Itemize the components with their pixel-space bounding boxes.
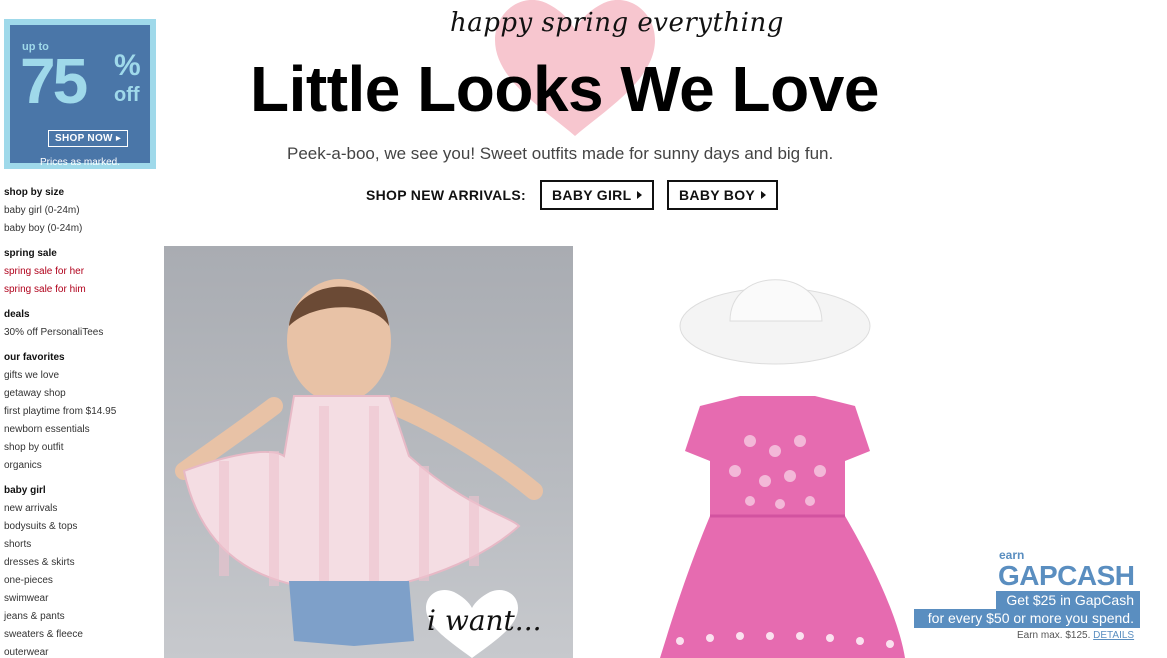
sidebar-nav: shop by size baby girl (0-24m) baby boy (0… — [4, 184, 154, 658]
promo-off: off — [114, 84, 140, 106]
baby-girl-label: BABY GIRL — [552, 187, 632, 203]
sidebar-link[interactable]: swimwear — [4, 590, 154, 608]
sidebar-link[interactable]: jeans & pants — [4, 608, 154, 626]
sidebar-heading: our favorites — [4, 352, 65, 363]
hero-script-tagline: happy spring everything — [450, 8, 784, 38]
gapcash-offer-line1: Get $25 in GapCash — [996, 591, 1140, 609]
promo-note: Prices as marked. — [39, 157, 121, 168]
sidebar-link[interactable]: newborn essentials — [4, 421, 154, 439]
dress-illustration — [660, 279, 905, 658]
gapcash-details-link[interactable]: DETAILS — [1093, 630, 1134, 641]
sidebar-heading: baby girl — [4, 485, 46, 496]
gapcash-logo: GAPCASH — [998, 560, 1135, 591]
promo-panel: up to 75 % off SHOP NOW ▸ Prices as mark… — [10, 25, 150, 168]
sidebar-link[interactable]: baby girl (0-24m) — [4, 202, 154, 220]
sidebar-heading: shop by size — [4, 187, 65, 198]
sidebar-link[interactable]: 30% off PersonaliTees — [4, 324, 154, 342]
sidebar-link[interactable]: getaway shop — [4, 385, 154, 403]
sidebar-link[interactable]: organics — [4, 457, 154, 475]
shop-now-label: SHOP NOW — [55, 133, 113, 144]
i-want-overlay: i want... — [427, 604, 542, 637]
dress-hat-photo[interactable] — [600, 246, 930, 658]
promo-banner[interactable]: up to 75 % off SHOP NOW ▸ Prices as mark… — [4, 19, 156, 169]
sidebar-link[interactable]: spring sale for him — [4, 281, 154, 299]
sidebar-link[interactable]: shop by outfit — [4, 439, 154, 457]
sidebar-link[interactable]: one-pieces — [4, 572, 154, 590]
sidebar-link[interactable]: first playtime from $14.95 — [4, 403, 154, 421]
sidebar-heading: spring sale — [4, 248, 57, 259]
hero-subtitle: Peek-a-boo, we see you! Sweet outfits ma… — [287, 144, 834, 163]
sidebar-link[interactable]: new arrivals — [4, 500, 154, 518]
baby-girl-button[interactable]: BABY GIRL — [540, 180, 655, 210]
sidebar-link[interactable]: gifts we love — [4, 367, 154, 385]
sidebar-link[interactable]: bodysuits & tops — [4, 518, 154, 536]
sidebar-link[interactable]: dresses & skirts — [4, 554, 154, 572]
baby-illustration — [175, 279, 543, 658]
sidebar-link[interactable]: sweaters & fleece — [4, 626, 154, 644]
baby-girl-photo[interactable] — [164, 246, 573, 658]
shop-now-button[interactable]: SHOP NOW ▸ — [48, 130, 129, 147]
gapcash-max: Earn max. $125. — [1017, 630, 1091, 641]
promo-percent: % — [114, 49, 141, 82]
sidebar-link[interactable]: outerwear — [4, 644, 154, 658]
chevron-right-icon: ▸ — [115, 133, 122, 144]
chevron-right-icon — [637, 191, 643, 199]
promo-discount: 75 — [20, 45, 88, 117]
page-title: Little Looks We Love — [250, 53, 879, 125]
baby-boy-label: BABY BOY — [679, 187, 756, 203]
gapcash-offer-line2: for every $50 or more you spend. — [914, 609, 1140, 628]
new-arrivals-label: SHOP NEW ARRIVALS: — [366, 187, 526, 203]
sidebar-heading: deals — [4, 309, 30, 320]
sidebar-link[interactable]: shorts — [4, 536, 154, 554]
sidebar-link[interactable]: spring sale for her — [4, 263, 154, 281]
chevron-right-icon — [761, 191, 767, 199]
gapcash-fineprint: Earn max. $125. DETAILS — [1017, 630, 1134, 641]
baby-boy-button[interactable]: BABY BOY — [667, 180, 779, 210]
sidebar-link[interactable]: baby boy (0-24m) — [4, 220, 154, 238]
